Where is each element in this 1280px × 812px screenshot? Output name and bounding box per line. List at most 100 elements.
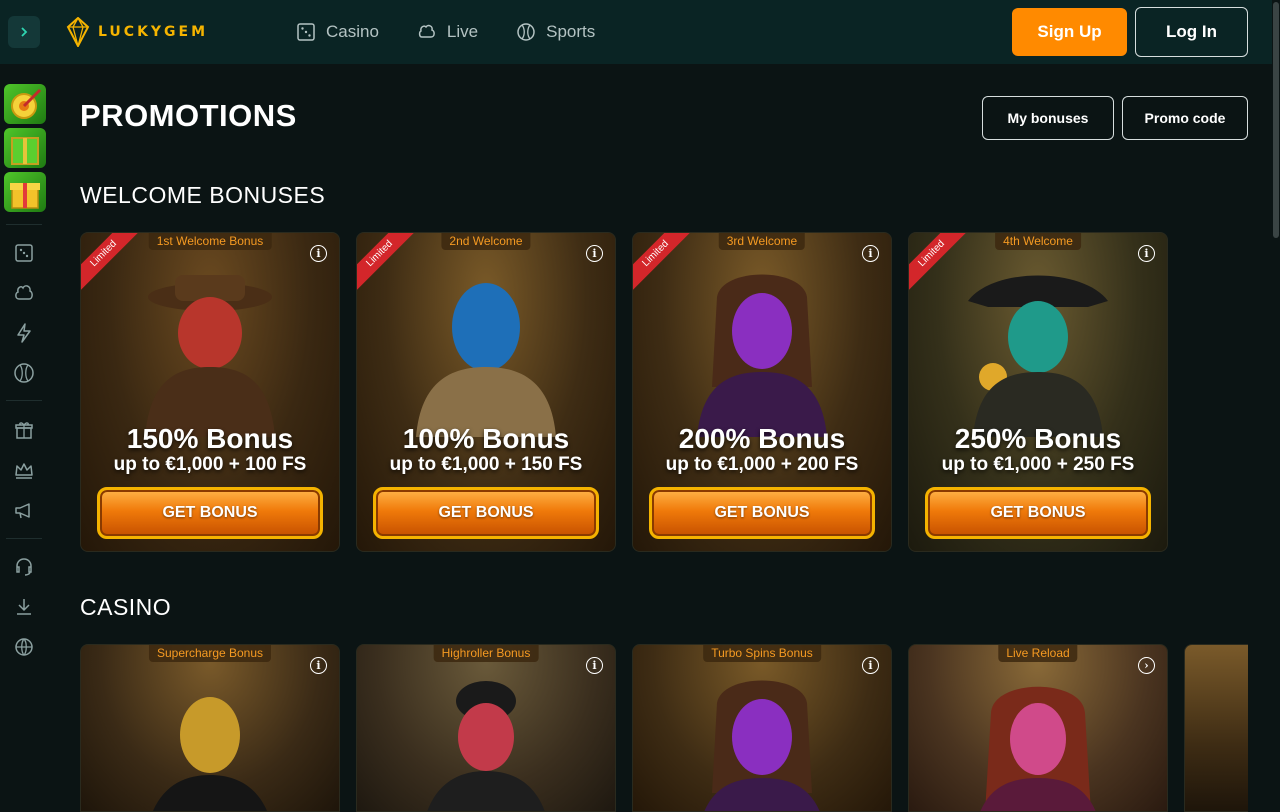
ball-icon	[517, 23, 535, 41]
lightning-icon	[17, 323, 31, 343]
dice-icon	[297, 23, 315, 41]
brand-name: LUCKYGEM	[98, 24, 209, 40]
casino-section-title: CASINO	[80, 594, 172, 620]
card-tag: Supercharge Bonus	[148, 645, 272, 662]
sidebar-divider	[6, 224, 42, 225]
bonus-subline: up to €1,000 + 250 FS	[941, 454, 1135, 475]
gift-icon	[11, 137, 39, 165]
crown-icon	[15, 463, 33, 479]
nav-live[interactable]: Live	[417, 22, 478, 42]
info-icon[interactable]: i	[862, 657, 879, 674]
welcome-bonus-card[interactable]: Limited 4th Welcome i 250% Bonus up to €…	[908, 232, 1168, 552]
info-icon[interactable]: i	[586, 657, 603, 674]
get-bonus-button[interactable]: GET BONUS	[649, 487, 875, 539]
get-bonus-button[interactable]: GET BONUS	[97, 487, 323, 539]
login-button[interactable]: Log In	[1135, 7, 1248, 57]
headset-icon	[16, 558, 32, 576]
adventurer-illustration-icon	[145, 275, 275, 437]
ball-icon	[14, 363, 34, 383]
nav-sports[interactable]: Sports	[516, 22, 595, 42]
bonus-subline: up to €1,000 + 100 FS	[113, 454, 307, 475]
sidebar-promotions[interactable]	[12, 418, 36, 442]
nav-casino-label: Casino	[326, 22, 379, 41]
present-icon	[10, 183, 40, 209]
sidebar-promo-box[interactable]	[4, 172, 46, 212]
info-icon[interactable]: i	[1138, 245, 1155, 262]
card-tag: 1st Welcome Bonus	[148, 233, 272, 250]
sidebar-sports[interactable]	[12, 361, 36, 385]
page-title: PROMOTIONS	[80, 98, 297, 133]
logo[interactable]: LUCKYGEM	[66, 17, 208, 47]
signup-button[interactable]: Sign Up	[1012, 8, 1127, 56]
gift-icon	[15, 422, 33, 439]
bonus-headline: 250% Bonus	[954, 423, 1122, 454]
get-bonus-button[interactable]: GET BONUS	[925, 487, 1151, 539]
bonus-headline: 150% Bonus	[126, 423, 294, 454]
info-icon[interactable]: i	[586, 245, 603, 262]
reload-woman-illustration-icon	[980, 686, 1096, 811]
welcome-bonus-card[interactable]: Limited 2nd Welcome i 100% Bonus up to €…	[356, 232, 616, 552]
info-icon[interactable]: i	[310, 657, 327, 674]
top-header: LUCKYGEM Casino Live Sports Sign Up Log …	[0, 0, 1272, 64]
bonus-headline: 200% Bonus	[678, 423, 846, 454]
chip-icon	[15, 285, 33, 300]
welcome-bonus-card[interactable]: Limited 1st Welcome Bonus i 150% Bonus u…	[80, 232, 340, 552]
card-tag: 4th Welcome	[995, 233, 1081, 250]
gem-woman-illustration-icon	[704, 680, 820, 811]
casino-bonus-card[interactable]: Supercharge Bonus i	[80, 644, 340, 812]
explorer-illustration-icon	[416, 283, 556, 437]
sidebar-announcements[interactable]	[12, 498, 36, 522]
bonus-subline: up to €1,000 + 150 FS	[389, 454, 583, 475]
globe-icon	[15, 638, 33, 656]
gem-logo-icon	[66, 17, 90, 47]
casino-bonus-card[interactable]: Turbo Spins Bonus i	[632, 644, 892, 812]
card-tag: 3rd Welcome	[718, 233, 806, 250]
my-bonuses-button[interactable]: My bonuses	[982, 96, 1114, 140]
pirate-illustration-icon	[968, 275, 1108, 437]
sidebar-divider	[6, 538, 42, 539]
left-sidebar	[0, 64, 48, 812]
get-bonus-button[interactable]: GET BONUS	[373, 487, 599, 539]
casino-bonus-card[interactable]: Live Reload ›	[908, 644, 1168, 812]
casino-bonus-card-partial[interactable]	[1184, 644, 1248, 812]
sidebar-vip[interactable]	[12, 458, 36, 482]
sidebar-promo-dart[interactable]	[4, 84, 46, 124]
megaphone-icon	[15, 503, 30, 519]
card-tag: 2nd Welcome	[441, 233, 531, 250]
sidebar-support[interactable]	[12, 555, 36, 579]
nav-casino[interactable]: Casino	[296, 22, 379, 42]
card-tag: Highroller Bonus	[433, 645, 539, 662]
welcome-bonus-card[interactable]: Limited 3rd Welcome i 200% Bonus up to €…	[632, 232, 892, 552]
sidebar-download[interactable]	[12, 595, 36, 619]
info-icon[interactable]: i	[862, 245, 879, 262]
sidebar-divider	[6, 400, 42, 401]
play-icon[interactable]: ›	[1138, 657, 1155, 674]
welcome-section-title: WELCOME BONUSES	[80, 182, 326, 208]
card-tag: Live Reload	[998, 645, 1078, 662]
highroller-illustration-icon	[427, 681, 545, 811]
card-tag: Turbo Spins Bonus	[703, 645, 821, 662]
dice-icon	[15, 244, 33, 262]
promo-code-button[interactable]: Promo code	[1122, 96, 1248, 140]
sidebar-fast-games[interactable]	[12, 321, 36, 345]
gem-woman-illustration-icon	[697, 274, 827, 437]
sidebar-casino[interactable]	[12, 241, 36, 265]
dart-icon	[11, 88, 42, 119]
casino-bonus-card[interactable]: Highroller Bonus i	[356, 644, 616, 812]
chip-icon	[418, 24, 435, 38]
bonus-headline: 100% Bonus	[402, 423, 570, 454]
sidebar-language[interactable]	[12, 635, 36, 659]
bonus-subline: up to €1,000 + 200 FS	[665, 454, 859, 475]
nav-live-label: Live	[446, 22, 479, 41]
download-icon	[17, 599, 31, 615]
scrollbar-thumb[interactable]	[1273, 2, 1279, 238]
sidebar-live[interactable]	[12, 281, 36, 305]
card-background	[1185, 645, 1248, 811]
nav-sports-label: Sports	[546, 22, 596, 41]
info-icon[interactable]: i	[310, 245, 327, 262]
gentleman-illustration-icon	[153, 697, 267, 811]
sidebar-expand-button[interactable]	[8, 16, 40, 48]
main-nav: Casino Live Sports	[296, 0, 595, 64]
chevron-right-icon	[21, 27, 28, 37]
sidebar-promo-gift[interactable]	[4, 128, 46, 168]
